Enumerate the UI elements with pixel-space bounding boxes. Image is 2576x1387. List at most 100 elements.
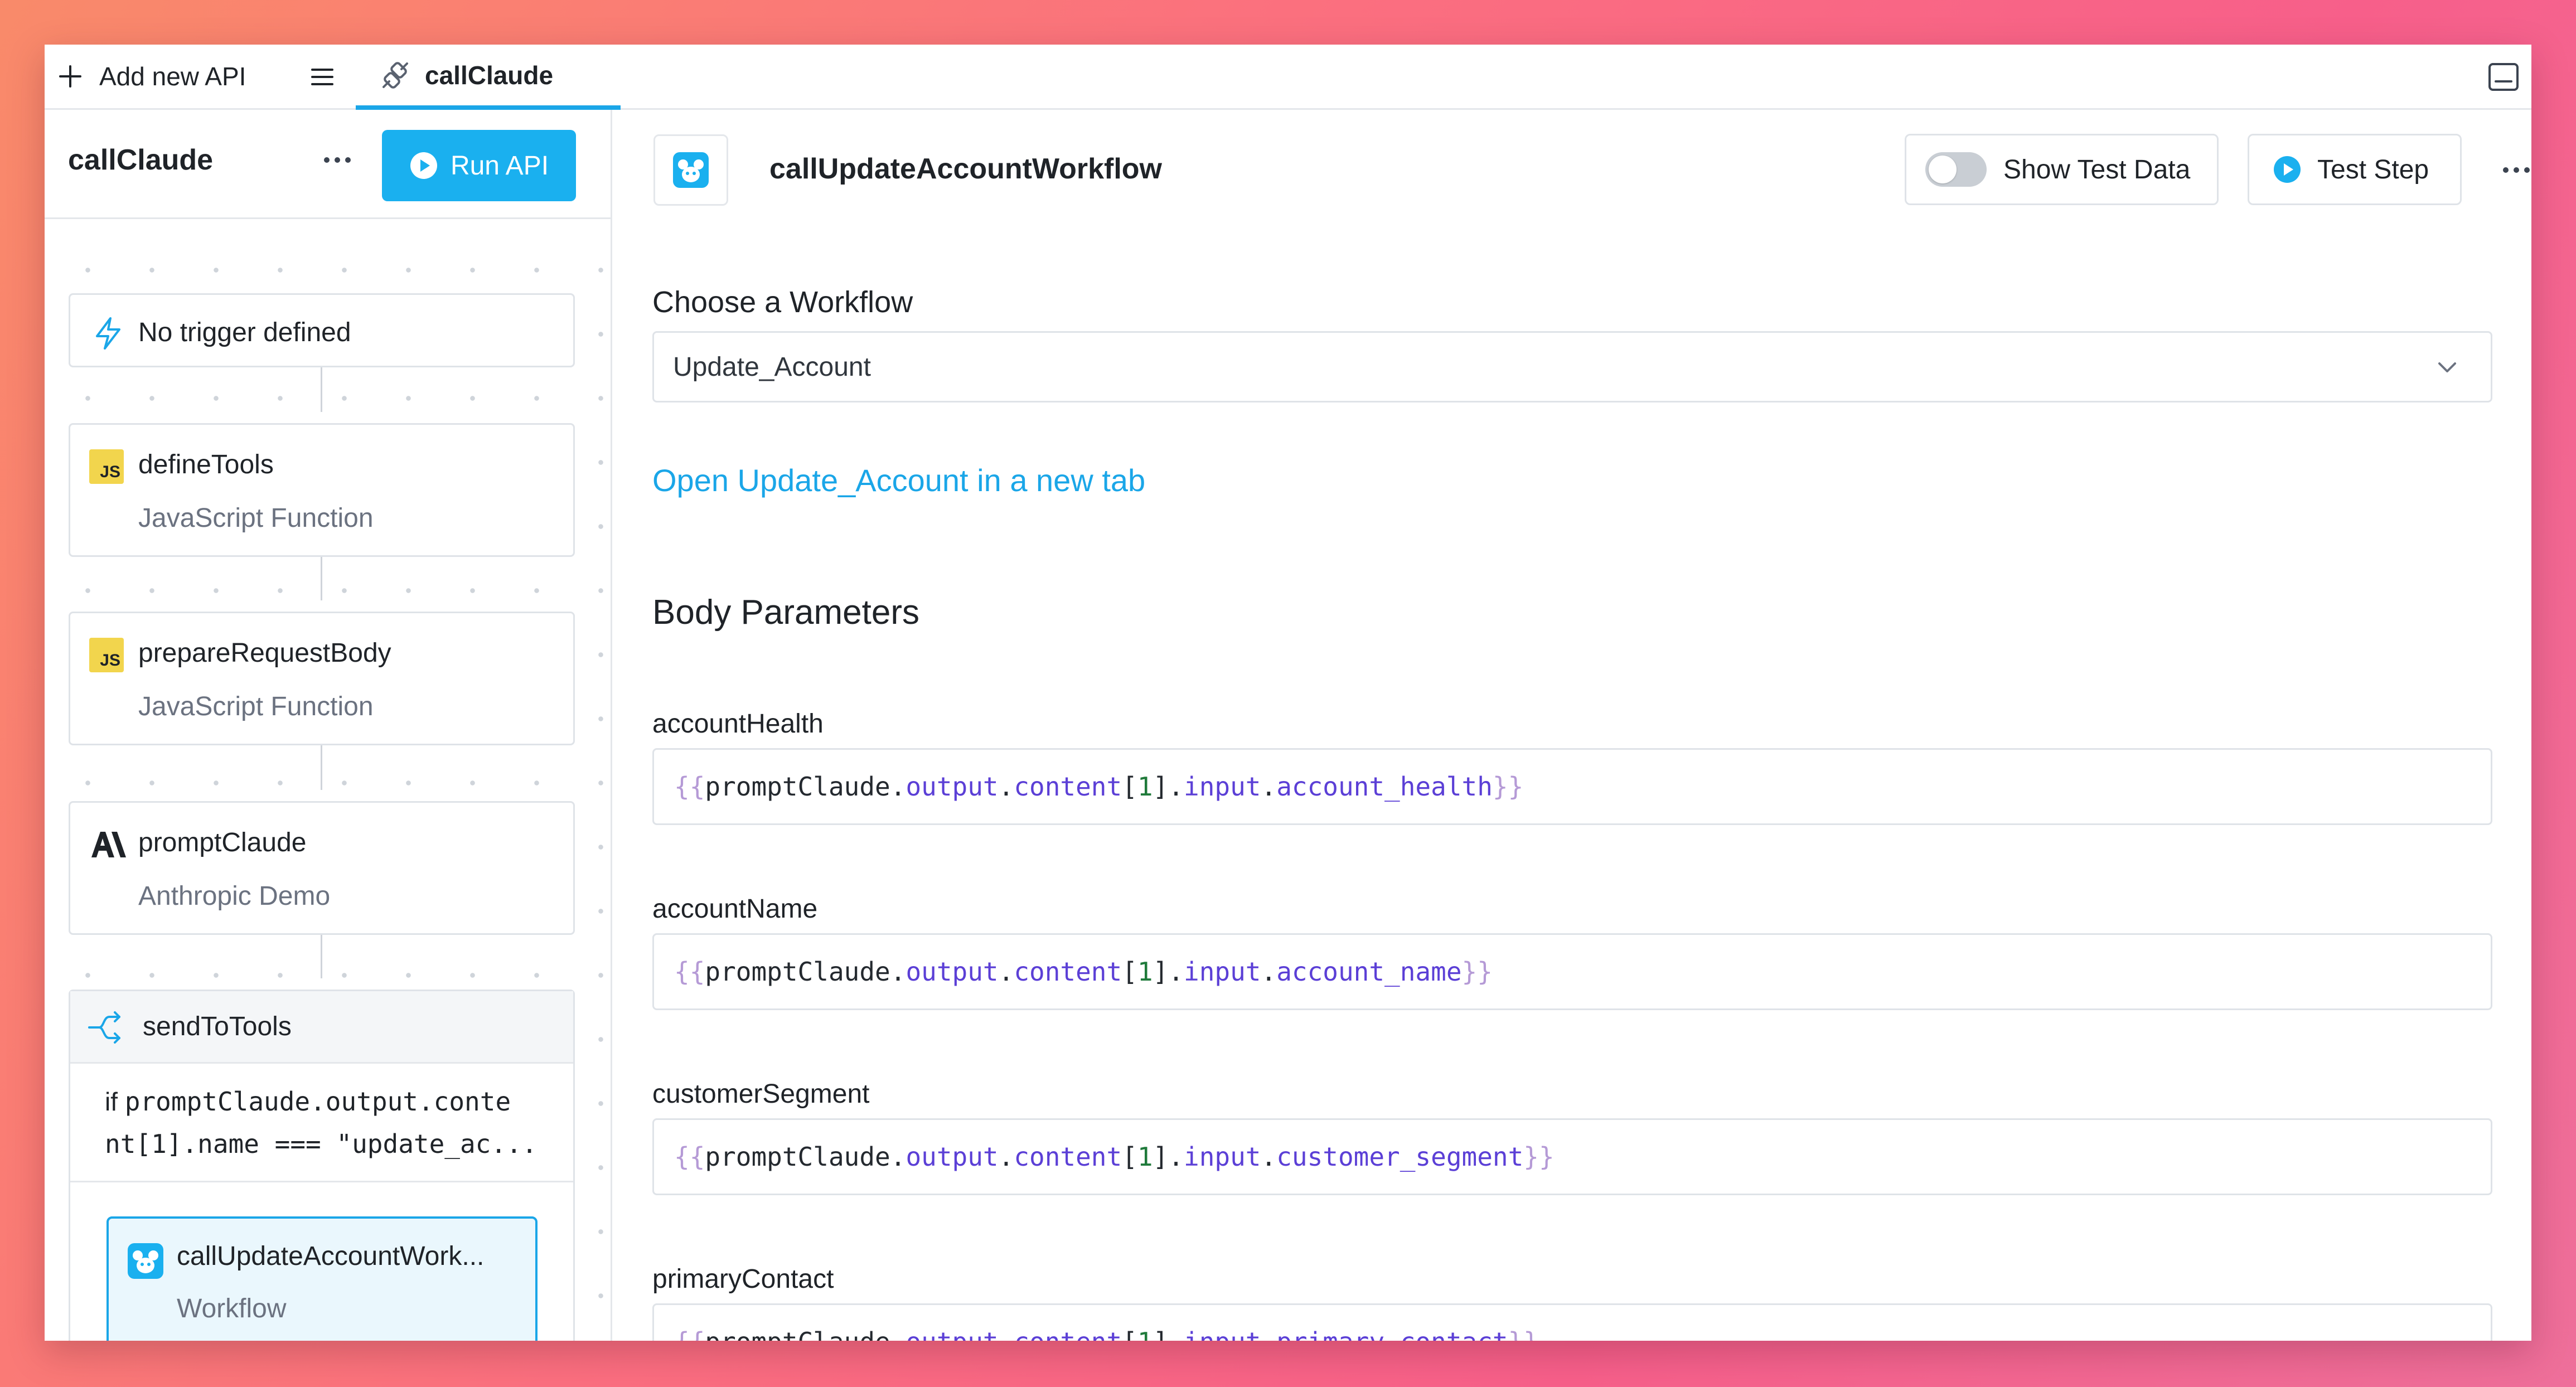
add-new-api-label: Add new API (99, 62, 246, 91)
code-token: . (890, 772, 906, 802)
js-icon: JS (89, 638, 124, 672)
step-node-definetools[interactable]: JS defineTools JavaScript Function (69, 423, 575, 557)
param-label: accountName (652, 894, 818, 924)
code-token: account_name (1276, 957, 1462, 987)
code-token: . (1168, 1142, 1184, 1172)
add-new-api-button[interactable]: Add new API (57, 56, 246, 97)
template-open: {{ (674, 957, 705, 987)
step-node-promptclaude[interactable]: promptClaude Anthropic Demo (69, 801, 575, 935)
workflow-icon (128, 1243, 163, 1279)
code-token: . (998, 1142, 1014, 1172)
template-open: {{ (674, 1142, 705, 1172)
code-token: ] (1153, 1327, 1169, 1341)
code-token: output (906, 957, 999, 987)
code-token: [ (1122, 772, 1137, 802)
api-more-button[interactable] (318, 143, 357, 177)
param-input-accounthealth[interactable]: {{promptClaude. output. content[1]. input. a… (652, 748, 2492, 825)
code-token: promptClaude (705, 1142, 890, 1172)
code-token: [ (1122, 1327, 1137, 1341)
code-token: . (999, 1327, 1014, 1341)
code-token: . (890, 1327, 906, 1341)
condition-line-1: promptClaude.output.conte (124, 1087, 511, 1117)
step-editor: callUpdateAccountWorkflow Show Test Data… (612, 110, 2531, 1341)
flow-canvas: callClaude Run API No trigger defined JS… (45, 110, 612, 1341)
code-token: content (1014, 772, 1122, 802)
code-token: output (906, 772, 999, 802)
toggle-switch[interactable] (1925, 152, 1987, 187)
code-token: promptClaude (705, 1327, 890, 1341)
flow-header: callClaude Run API (45, 110, 611, 219)
code-token: ] (1153, 957, 1169, 987)
branch-condition: if promptClaude.output.conte nt[1].name … (105, 1080, 551, 1165)
step-subtitle: Anthropic Demo (138, 881, 331, 911)
connection-icon (382, 61, 408, 89)
branch-node-sendtotools[interactable]: sendToTools if promptClaude.output.conte… (69, 990, 575, 1341)
panel-toggle-icon (2488, 63, 2519, 91)
step-icon (653, 134, 728, 206)
code-token: account_health (1276, 772, 1493, 802)
step-title: prepareRequestBody (138, 638, 391, 668)
code-token: promptClaude (705, 957, 890, 987)
code-token: customer_segment (1276, 1142, 1524, 1172)
plus-icon (59, 65, 81, 88)
anthropic-icon (91, 832, 126, 857)
template-close: }} (1492, 772, 1524, 802)
divider (70, 1181, 573, 1182)
api-title: callClaude (68, 144, 214, 176)
param-input-primarycontact[interactable]: {{promptClaude.output.content[1].input.p… (652, 1303, 2492, 1341)
lightning-icon (96, 317, 120, 350)
param-input-customersegment[interactable]: {{promptClaude. output. content[1]. input. c… (652, 1118, 2492, 1195)
chevron-down-icon (2438, 362, 2456, 372)
param-label: customerSegment (652, 1079, 870, 1109)
code-token: content (1014, 1327, 1122, 1341)
template-close: }} (1508, 1327, 1539, 1341)
step-subtitle: JavaScript Function (138, 692, 374, 721)
workflow-select[interactable]: Update_Account (652, 331, 2492, 402)
trigger-label: No trigger defined (138, 318, 351, 347)
trigger-node[interactable]: No trigger defined (69, 293, 575, 367)
code-token: [ (1122, 957, 1137, 987)
code-token: 1 (1137, 772, 1153, 802)
connector-line (321, 934, 322, 978)
code-token: 1 (1137, 957, 1153, 987)
step-title: callUpdateAccountWork... (177, 1241, 485, 1271)
code-token: [ (1122, 1142, 1137, 1172)
app-window: Add new API callClaude callClaude Run AP… (45, 45, 2531, 1341)
code-token: input (1184, 772, 1261, 802)
template-open: {{ (674, 772, 705, 802)
code-token: output (906, 1327, 998, 1341)
code-token: . (1168, 772, 1184, 802)
code-token: input (1184, 1327, 1261, 1341)
step-node-callupdateaccountworkflow[interactable]: callUpdateAccountWork... Workflow (106, 1216, 538, 1341)
connector-line (321, 556, 322, 600)
test-step-button[interactable]: Test Step (2248, 134, 2462, 205)
step-node-preparerequestbody[interactable]: JS prepareRequestBody JavaScript Functio… (69, 612, 575, 745)
connector-line (321, 367, 322, 412)
run-api-label: Run API (450, 151, 549, 181)
choose-workflow-label: Choose a Workflow (652, 285, 913, 319)
step-title: promptClaude (138, 828, 307, 857)
selected-workflow: Update_Account (673, 352, 871, 382)
code-token: . (1168, 1327, 1184, 1341)
code-token: . (890, 1142, 906, 1172)
code-token: output (906, 1142, 999, 1172)
code-token: . (998, 957, 1014, 987)
param-input-accountname[interactable]: {{promptClaude. output. content[1]. input. a… (652, 933, 2492, 1010)
condition-line-2: nt[1].name === "update_ac... (105, 1129, 538, 1159)
tab-callclaude[interactable]: callClaude (356, 45, 621, 110)
code-token: primary_contact (1276, 1327, 1508, 1341)
template-close: }} (1461, 957, 1493, 987)
code-token: . (1261, 1327, 1276, 1341)
open-workflow-link[interactable]: Open Update_Account in a new tab (652, 462, 1145, 498)
step-more-button[interactable] (2497, 153, 2531, 187)
toggle-panel-button[interactable] (2488, 62, 2519, 91)
step-title: defineTools (138, 450, 274, 479)
tab-list-menu-button[interactable] (306, 60, 339, 94)
show-test-data-toggle[interactable]: Show Test Data (1905, 134, 2219, 205)
play-circle-icon (410, 152, 437, 179)
hamburger-icon (311, 69, 333, 85)
code-token: . (1168, 957, 1184, 987)
workflow-icon (673, 152, 709, 188)
run-api-button[interactable]: Run API (382, 130, 576, 201)
step-subtitle: JavaScript Function (138, 503, 374, 533)
